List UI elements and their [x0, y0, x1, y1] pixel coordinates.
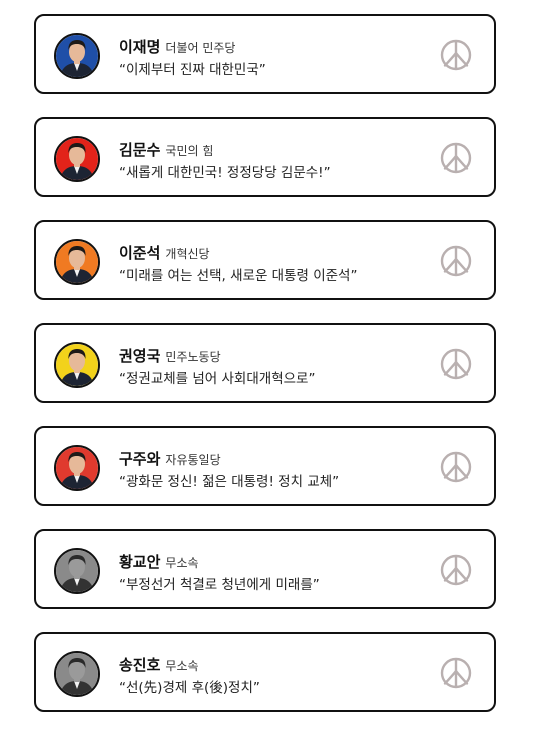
- vote-stamp-icon[interactable]: [440, 142, 472, 174]
- candidate-card-4[interactable]: 권영국 민주노동당 “정권교체를 넘어 사회대개혁으로”: [34, 323, 496, 403]
- vote-stamp-icon[interactable]: [440, 245, 472, 277]
- candidate-card-7[interactable]: 송진호 무소속 “선(先)경제 후(後)정치”: [34, 632, 496, 712]
- vote-stamp-icon[interactable]: [440, 554, 472, 586]
- vote-stamp-icon[interactable]: [440, 657, 472, 689]
- vote-stamp-icon[interactable]: [440, 348, 472, 380]
- vote-stamp-icon[interactable]: [440, 451, 472, 483]
- candidate-card-5[interactable]: 구주와 자유통일당 “광화문 정신! 젊은 대통령! 정치 교체”: [34, 426, 496, 506]
- candidate-slogan: “이제부터 진짜 대한민국”: [119, 62, 266, 78]
- candidate-slogan: “부정선거 척결로 청년에게 미래를”: [119, 577, 320, 593]
- candidate-name: 이준석: [119, 244, 161, 262]
- candidate-name: 황교안: [119, 553, 161, 571]
- candidate-slogan: “미래를 여는 선택, 새로운 대통령 이준석”: [119, 268, 358, 284]
- candidate-slogan: “선(先)경제 후(後)정치”: [119, 680, 260, 696]
- candidate-slogan: “광화문 정신! 젊은 대통령! 정치 교체”: [119, 474, 340, 490]
- candidate-party: 국민의 힘: [165, 144, 214, 158]
- avatar: [54, 239, 100, 285]
- candidate-list: 이재명 더불어 민주당 “이제부터 진짜 대한민국” 김문수 국민의 힘 “새롭게 …: [0, 0, 556, 733]
- candidate-party: 개혁신당: [165, 247, 210, 261]
- candidate-name: 이재명: [119, 38, 161, 56]
- candidate-name: 권영국: [119, 347, 161, 365]
- avatar: [54, 445, 100, 491]
- candidate-card-6[interactable]: 황교안 무소속 “부정선거 척결로 청년에게 미래를”: [34, 529, 496, 609]
- candidate-card-2[interactable]: 김문수 국민의 힘 “새롭게 대한민국! 정정당당 김문수!”: [34, 117, 496, 197]
- avatar: [54, 548, 100, 594]
- avatar: [54, 33, 100, 79]
- candidate-party: 무소속: [165, 556, 199, 570]
- candidate-name: 구주와: [119, 450, 161, 468]
- candidate-name: 송진호: [119, 656, 161, 674]
- candidate-party: 자유통일당: [165, 453, 221, 467]
- candidate-name: 김문수: [119, 141, 161, 159]
- vote-stamp-icon[interactable]: [440, 39, 472, 71]
- candidate-slogan: “새롭게 대한민국! 정정당당 김문수!”: [119, 165, 331, 181]
- avatar: [54, 342, 100, 388]
- candidate-party: 더불어 민주당: [165, 41, 236, 55]
- avatar: [54, 651, 100, 697]
- candidate-party: 무소속: [165, 659, 199, 673]
- candidate-party: 민주노동당: [165, 350, 221, 364]
- candidate-slogan: “정권교체를 넘어 사회대개혁으로”: [119, 371, 316, 387]
- avatar: [54, 136, 100, 182]
- candidate-card-1[interactable]: 이재명 더불어 민주당 “이제부터 진짜 대한민국”: [34, 14, 496, 94]
- candidate-card-3[interactable]: 이준석 개혁신당 “미래를 여는 선택, 새로운 대통령 이준석”: [34, 220, 496, 300]
